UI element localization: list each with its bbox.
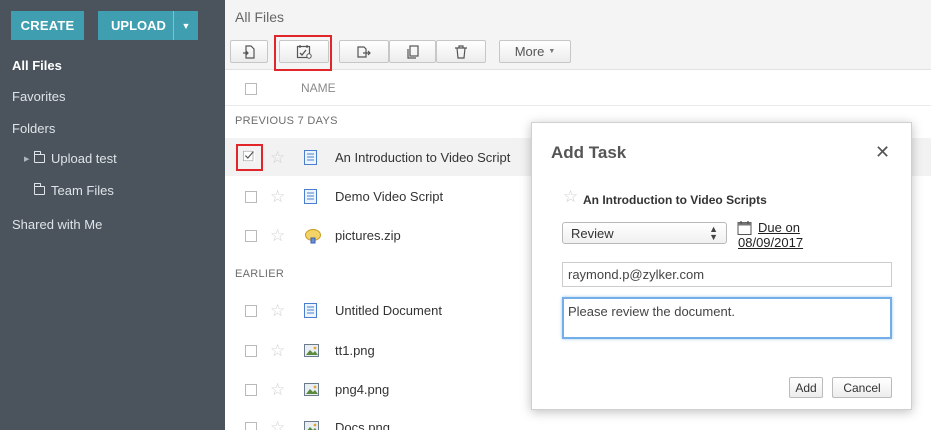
row-checkbox[interactable] [245, 191, 257, 203]
folder-label: Upload test [51, 151, 117, 166]
nav-shared-with-me[interactable]: Shared with Me [12, 217, 102, 232]
trash-icon [455, 44, 467, 59]
nav-folders[interactable]: Folders [12, 121, 55, 136]
add-button[interactable]: Add [789, 377, 823, 398]
share-file-icon [243, 44, 255, 59]
upload-button-label: UPLOAD [111, 18, 166, 33]
row-checkbox[interactable] [245, 384, 257, 396]
move-button[interactable] [339, 40, 389, 63]
delete-button[interactable] [436, 40, 486, 63]
section-header-recent: PREVIOUS 7 DAYS [235, 115, 338, 127]
favorite-star-icon[interactable]: ☆ [270, 302, 285, 319]
favorite-star-icon[interactable]: ☆ [270, 149, 285, 166]
table-header: NAME [225, 70, 931, 106]
zip-icon [305, 229, 321, 244]
file-name[interactable]: Untitled Document [335, 303, 442, 318]
folder-icon [33, 151, 45, 163]
file-name[interactable]: Demo Video Script [335, 189, 443, 204]
row-checkbox[interactable] [245, 230, 257, 242]
select-all-checkbox[interactable] [245, 83, 257, 95]
folder-icon [33, 183, 45, 195]
task-note-textarea[interactable]: Please review the document. [562, 297, 892, 339]
due-date: 08/09/2017 [738, 235, 804, 250]
page-title: All Files [235, 9, 285, 25]
close-icon[interactable]: ✕ [875, 143, 890, 161]
file-name[interactable]: png4.png [335, 382, 389, 397]
task-status-select[interactable]: Review ▲ ▼ [562, 222, 727, 244]
cancel-button[interactable]: Cancel [832, 377, 892, 398]
favorite-star-icon[interactable]: ☆ [270, 419, 285, 430]
nav-favorites[interactable]: Favorites [12, 89, 65, 104]
due-label: Due on [758, 220, 800, 235]
assignee-email-field[interactable]: raymond.p@zylker.com [562, 262, 892, 287]
folder-item-team-files[interactable]: Team Files [24, 183, 114, 198]
row-checkbox[interactable] [245, 422, 257, 430]
move-file-icon [357, 45, 371, 58]
copy-button[interactable] [389, 40, 436, 63]
document-icon [304, 189, 317, 204]
highlight-selected-checkbox [236, 144, 263, 171]
create-button[interactable]: CREATE [11, 11, 84, 40]
row-checkbox[interactable] [245, 345, 257, 357]
add-task-dialog: Add Task ✕ ☆ An Introduction to Video Sc… [531, 122, 912, 410]
folder-label: Team Files [51, 183, 114, 198]
folder-item-upload-test[interactable]: ▶ Upload test [24, 151, 117, 166]
image-icon [304, 344, 319, 357]
favorite-star-icon[interactable]: ☆ [563, 188, 578, 205]
nav-all-files[interactable]: All Files [12, 58, 62, 73]
image-icon [304, 383, 319, 396]
due-date-link[interactable]: Due on 08/09/2017 [738, 220, 858, 250]
copy-icon [406, 44, 419, 59]
select-arrows-icon: ▲ ▼ [709, 224, 718, 242]
document-icon [304, 303, 317, 318]
title-bar: All Files [225, 0, 931, 35]
favorite-star-icon[interactable]: ☆ [270, 188, 285, 205]
column-header-name[interactable]: NAME [301, 81, 336, 95]
more-button-label: More [514, 44, 545, 59]
favorite-star-icon[interactable]: ☆ [270, 381, 285, 398]
file-name[interactable]: tt1.png [335, 343, 375, 358]
image-icon [304, 421, 319, 430]
file-name[interactable]: An Introduction to Video Script [335, 150, 510, 165]
sidebar: CREATE UPLOAD ▼ All Files Favorites Fold… [0, 0, 225, 430]
more-button[interactable]: More ▼ [499, 40, 571, 63]
expand-arrow-icon[interactable]: ▶ [24, 155, 34, 163]
favorite-star-icon[interactable]: ☆ [270, 227, 285, 244]
task-file-name: An Introduction to Video Scripts [583, 193, 767, 207]
row-checkbox[interactable] [245, 305, 257, 317]
share-button[interactable] [230, 40, 268, 63]
dialog-title: Add Task [551, 143, 627, 162]
upload-button[interactable]: UPLOAD ▼ [98, 11, 198, 40]
chevron-down-icon: ▼ [548, 48, 556, 55]
favorite-star-icon[interactable]: ☆ [270, 342, 285, 359]
document-icon [304, 150, 317, 165]
highlight-add-task-button [274, 35, 332, 71]
file-name[interactable]: pictures.zip [335, 228, 401, 243]
upload-dropdown-caret-icon[interactable]: ▼ [173, 11, 198, 40]
table-row[interactable]: ☆ Docs.png [225, 409, 931, 430]
file-name[interactable]: Docs.png [335, 420, 390, 430]
status-selected-value: Review [571, 225, 614, 241]
section-header-earlier: EARLIER [235, 268, 285, 280]
